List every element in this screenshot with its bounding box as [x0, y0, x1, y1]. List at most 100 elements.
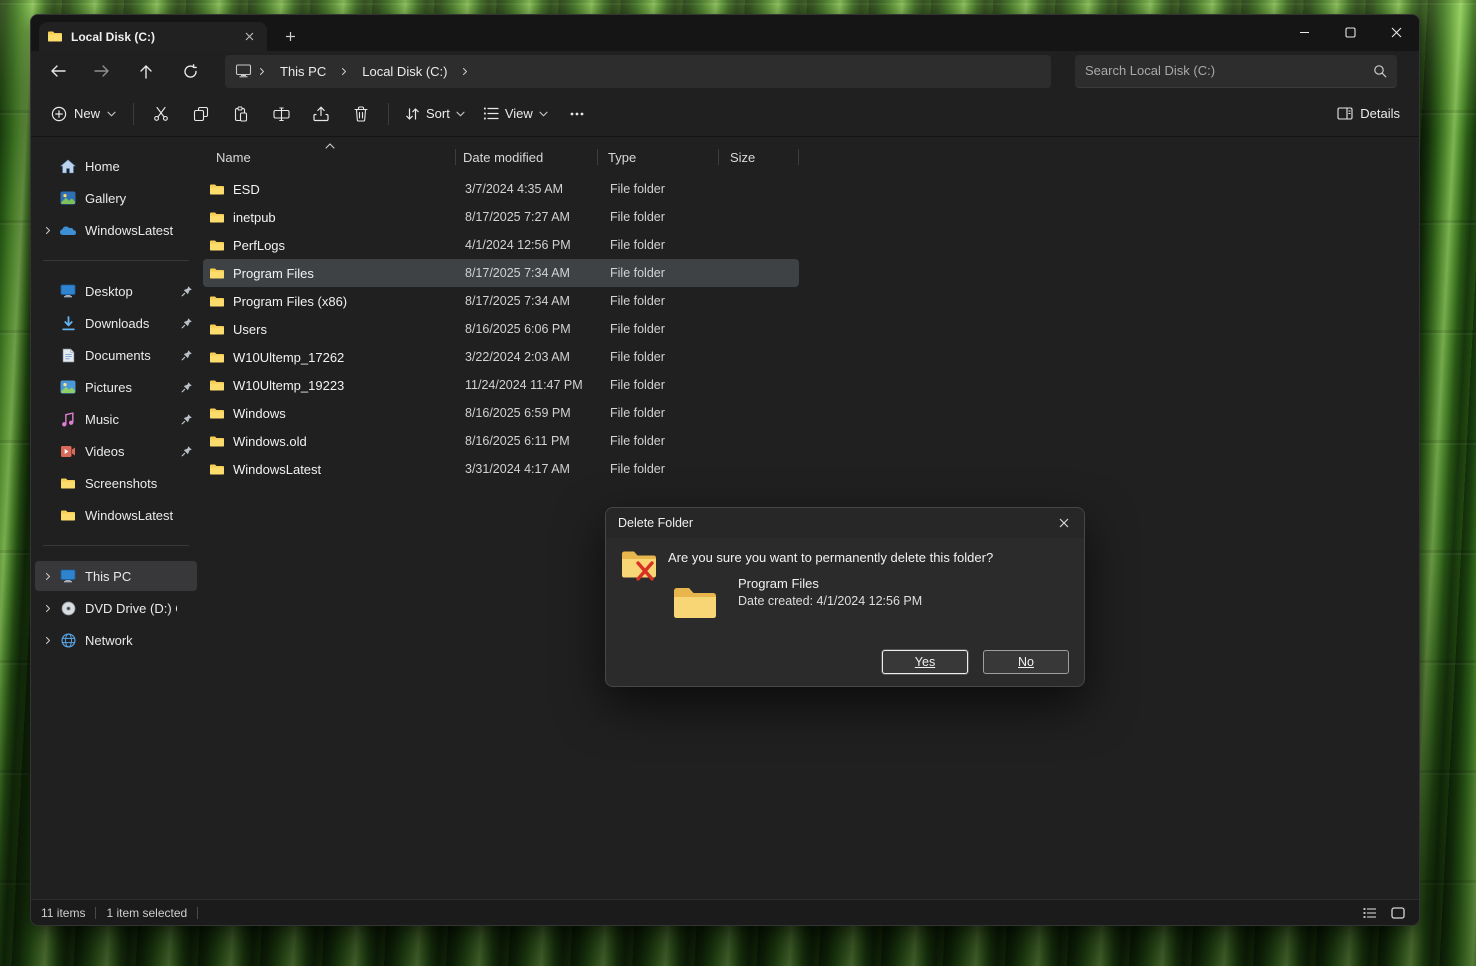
file-type: File folder — [606, 350, 716, 364]
sidebar-item-documents[interactable]: Documents — [35, 340, 197, 370]
new-button[interactable]: New — [41, 98, 126, 130]
sidebar-item-label: Desktop — [85, 284, 177, 299]
rename-icon[interactable] — [261, 98, 301, 130]
file-row[interactable]: Windows.old 8/16/2025 6:11 PM File folde… — [203, 427, 799, 455]
sidebar-item-label: Pictures — [85, 380, 177, 395]
chevron-right-icon[interactable] — [39, 572, 57, 581]
documents-icon — [57, 348, 79, 363]
file-type: File folder — [606, 378, 716, 392]
close-icon[interactable] — [1373, 15, 1419, 49]
minimize-icon[interactable] — [1281, 15, 1327, 49]
search-icon[interactable] — [1373, 64, 1387, 78]
file-row[interactable]: PerfLogs 4/1/2024 12:56 PM File folder — [203, 231, 799, 259]
file-name: ESD — [233, 182, 461, 197]
back-icon[interactable] — [39, 54, 77, 88]
column-header-name[interactable]: Name — [201, 143, 456, 171]
sidebar-item-home[interactable]: Home — [35, 151, 197, 181]
toolbar-separator — [133, 103, 134, 125]
delete-folder-dialog: Delete Folder Are you sure you want to p… — [605, 507, 1085, 687]
breadcrumb-chevron-icon[interactable] — [338, 67, 350, 76]
sidebar-item-pictures[interactable]: Pictures — [35, 372, 197, 402]
sidebar-item-network[interactable]: Network — [35, 625, 197, 655]
explorer-tab[interactable]: Local Disk (C:) — [39, 22, 267, 51]
navigation-bar: This PC Local Disk (C:) — [31, 51, 1419, 91]
file-name: Program Files — [233, 266, 461, 281]
view-button-label: View — [505, 106, 533, 121]
sidebar-item-dvd-drive[interactable]: DVD Drive (D:) CCC — [35, 593, 197, 623]
file-row[interactable]: WindowsLatest 3/31/2024 4:17 AM File fol… — [203, 455, 799, 483]
details-button[interactable]: Details — [1328, 98, 1409, 130]
dialog-close-icon[interactable] — [1052, 513, 1076, 533]
dialog-title: Delete Folder — [618, 516, 693, 530]
network-icon — [57, 633, 79, 648]
file-row[interactable]: Program Files 8/17/2025 7:34 AM File fol… — [203, 259, 799, 287]
folder-icon — [209, 183, 225, 196]
sidebar-item-windowslatest[interactable]: WindowsLatest — [35, 500, 197, 530]
breadcrumb-chevron-icon[interactable] — [256, 67, 268, 76]
search-input[interactable] — [1085, 63, 1373, 78]
sort-button[interactable]: Sort — [396, 98, 474, 130]
file-row[interactable]: Users 8/16/2025 6:06 PM File folder — [203, 315, 799, 343]
no-button[interactable]: No — [983, 650, 1069, 674]
chevron-right-icon[interactable] — [39, 636, 57, 645]
more-options-icon[interactable] — [557, 98, 597, 130]
file-row[interactable]: inetpub 8/17/2025 7:27 AM File folder — [203, 203, 799, 231]
column-header-type[interactable]: Type — [598, 143, 719, 171]
share-icon[interactable] — [301, 98, 341, 130]
maximize-icon[interactable] — [1327, 15, 1373, 49]
sidebar-item-this-pc[interactable]: This PC — [35, 561, 197, 591]
forward-icon[interactable] — [83, 54, 121, 88]
sidebar-item-onedrive[interactable]: WindowsLatest - Pe — [35, 215, 197, 245]
delete-icon[interactable] — [341, 98, 381, 130]
file-name: Windows — [233, 406, 461, 421]
tab-close-icon[interactable] — [239, 27, 259, 47]
large-icons-view-icon[interactable] — [1387, 903, 1409, 923]
file-row[interactable]: W10Ultemp_17262 3/22/2024 2:03 AM File f… — [203, 343, 799, 371]
file-row[interactable]: W10Ultemp_19223 11/24/2024 11:47 PM File… — [203, 371, 799, 399]
sidebar-item-downloads[interactable]: Downloads — [35, 308, 197, 338]
sidebar-item-label: Network — [85, 633, 177, 648]
dialog-date-created: Date created: 4/1/2024 12:56 PM — [738, 594, 922, 608]
copy-icon[interactable] — [181, 98, 221, 130]
column-header-size[interactable]: Size — [719, 143, 799, 171]
paste-icon[interactable] — [221, 98, 261, 130]
details-button-label: Details — [1360, 106, 1400, 121]
pin-icon — [177, 317, 197, 329]
file-name: inetpub — [233, 210, 461, 225]
yes-button[interactable]: Yes — [882, 650, 968, 674]
file-row[interactable]: Windows 8/16/2025 6:59 PM File folder — [203, 399, 799, 427]
chevron-right-icon[interactable] — [39, 226, 57, 235]
sidebar-item-label: Music — [85, 412, 177, 427]
file-date-modified: 3/31/2024 4:17 AM — [461, 462, 606, 476]
sort-button-label: Sort — [426, 106, 450, 121]
view-icon — [483, 107, 499, 120]
file-row[interactable]: Program Files (x86) 8/17/2025 7:34 AM Fi… — [203, 287, 799, 315]
folder-icon — [209, 323, 225, 336]
search-box[interactable] — [1075, 55, 1397, 88]
address-bar[interactable]: This PC Local Disk (C:) — [225, 55, 1051, 88]
breadcrumb-local-disk[interactable]: Local Disk (C:) — [354, 58, 455, 84]
breadcrumb-this-pc[interactable]: This PC — [272, 58, 334, 84]
chevron-right-icon[interactable] — [39, 604, 57, 613]
pictures-icon — [57, 380, 79, 394]
file-date-modified: 8/17/2025 7:34 AM — [461, 266, 606, 280]
file-row[interactable]: ESD 3/7/2024 4:35 AM File folder — [203, 175, 799, 203]
sidebar-item-screenshots[interactable]: Screenshots — [35, 468, 197, 498]
up-icon[interactable] — [127, 54, 165, 88]
sidebar-item-videos[interactable]: Videos — [35, 436, 197, 466]
new-tab-icon[interactable] — [277, 23, 303, 49]
sidebar-item-desktop[interactable]: Desktop — [35, 276, 197, 306]
gallery-icon — [57, 191, 79, 205]
refresh-icon[interactable] — [171, 54, 209, 88]
cut-icon[interactable] — [141, 98, 181, 130]
sidebar-item-music[interactable]: Music — [35, 404, 197, 434]
sidebar-item-gallery[interactable]: Gallery — [35, 183, 197, 213]
column-header-date-modified[interactable]: Date modified — [456, 143, 598, 171]
pin-icon — [177, 349, 197, 361]
details-view-icon[interactable] — [1359, 903, 1381, 923]
music-icon — [57, 412, 79, 427]
breadcrumb-chevron-icon[interactable] — [459, 67, 471, 76]
view-button[interactable]: View — [474, 98, 557, 130]
file-type: File folder — [606, 238, 716, 252]
file-name: PerfLogs — [233, 238, 461, 253]
